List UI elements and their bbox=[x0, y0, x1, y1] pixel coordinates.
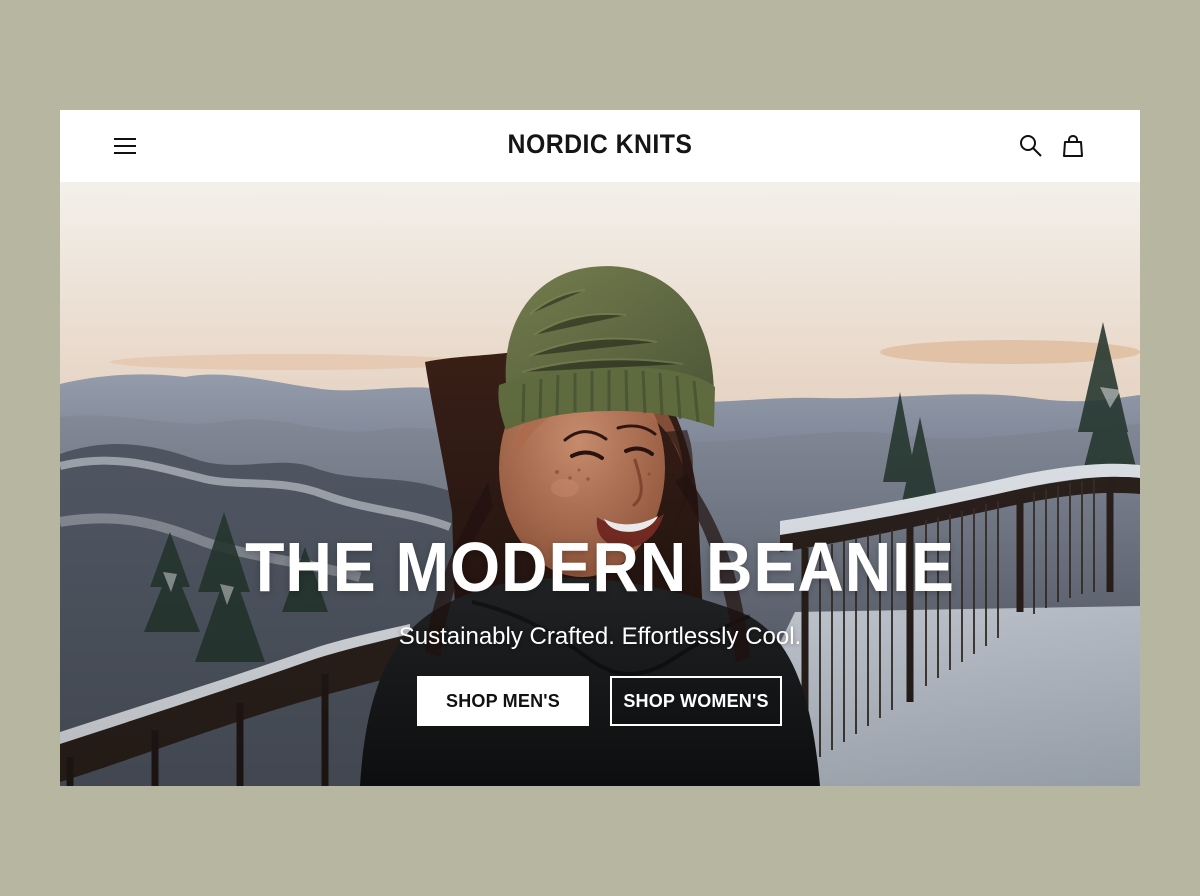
search-button[interactable] bbox=[1017, 132, 1045, 160]
hero-subtitle: Sustainably Crafted. Effortlessly Cool. bbox=[398, 623, 802, 650]
brand-logo-text[interactable]: NORDIC KNITS bbox=[103, 129, 1097, 160]
shopping-bag-icon bbox=[1063, 134, 1083, 157]
search-icon bbox=[1020, 135, 1042, 157]
shop-womens-button[interactable]: SHOP WOMEN'S bbox=[610, 676, 782, 726]
shop-mens-button[interactable]: SHOP MEN'S bbox=[417, 676, 589, 726]
top-navigation: NORDIC KNITS bbox=[60, 110, 1140, 182]
hero-background-image bbox=[60, 182, 1140, 786]
hero-banner: THE MODERN BEANIE Sustainably Crafted. E… bbox=[60, 182, 1140, 786]
hero-title: THE MODERN BEANIE bbox=[245, 528, 955, 606]
website-frame: NORDIC KNITS THE MODERN BEANIE Sustainab… bbox=[60, 110, 1140, 786]
shopping-bag-button[interactable] bbox=[1059, 132, 1087, 160]
